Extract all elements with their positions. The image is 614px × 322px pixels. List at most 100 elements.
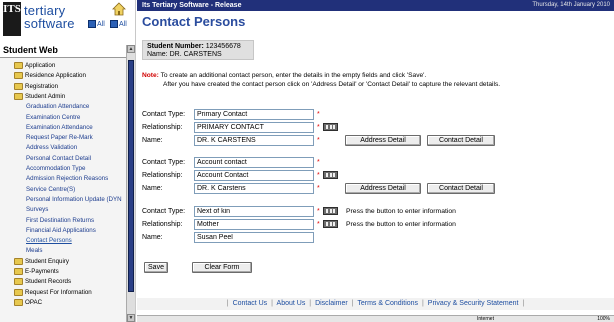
contact-detail-button-2[interactable]: Contact Detail [427,183,495,194]
relationship-row-2: Relationship: [142,170,195,181]
sidebar-item-label: Address Validation [26,144,78,152]
zoom-level[interactable]: 100% [597,316,610,322]
save-button[interactable]: Save [144,262,168,273]
scroll-up-arrow[interactable]: ▲ [127,45,135,53]
relationship-picker-button-1[interactable] [323,123,338,131]
required-marker: * [317,221,320,228]
footer-link-disclaimer[interactable]: Disclaimer [315,300,348,307]
name-row-3: Name: [142,232,195,243]
student-name-label: Name: [147,51,168,58]
sidebar-item-label: Examination Attendance [26,123,93,131]
instruction-note: Note: To create an additional contact pe… [142,71,612,89]
contact-detail-button-1[interactable]: Contact Detail [427,135,495,146]
sidebar-item[interactable]: Surveys [26,205,48,214]
sidebar-item[interactable]: E-Payments [14,267,59,276]
relationship-field-3[interactable] [194,219,314,230]
sidebar-item[interactable]: Personal Information Update (DYN [26,195,122,204]
navigation-panel: ITS tertiary software All All Student We… [0,0,136,322]
required-marker: * [317,185,320,192]
sidebar-item[interactable]: OPAC [14,298,42,307]
relationship-field-2[interactable] [194,170,314,181]
sidebar-item[interactable]: Residence Application [14,71,86,80]
name-field-3[interactable] [194,232,314,243]
relationship-label: Relationship: [142,172,183,179]
sidebar-item[interactable]: Request Paper Re-Mark [26,133,93,142]
sidebar-item[interactable]: Examination Centre [26,113,80,122]
relationship-picker-button-3[interactable] [323,220,338,228]
sidebar-item[interactable]: Graduation Attendance [26,102,89,111]
sidebar-item[interactable]: Student Admin [14,92,65,101]
sidebar-item-label: Examination Centre [26,113,81,121]
main-content: Its Tertiary Software - Release Thursday… [137,0,614,322]
folder-icon [14,62,23,69]
sidebar-item[interactable]: Financial Aid Applications [26,226,96,235]
sidebar-item[interactable]: Application [14,61,55,70]
internet-zone: Internet [477,316,494,322]
sidebar-item-label: Request For Information [25,288,92,296]
sidebar-item-label: Meals [26,247,43,255]
expand-all-button[interactable]: All [88,18,105,30]
scroll-down-arrow[interactable]: ▼ [127,314,135,322]
sidebar-item[interactable]: Personal Contact Detail [26,154,91,163]
sidebar-item[interactable]: Request For Information [14,288,92,297]
sidebar-item[interactable]: Examination Attendance [26,123,93,132]
sidebar-scrollbar[interactable]: ▲ ▼ [126,45,135,322]
required-marker: * [317,159,320,166]
browser-status-bar: Internet 100% [137,315,614,322]
address-detail-button-1[interactable]: Address Detail [345,135,421,146]
student-name: DR. CARSTENS [169,51,222,58]
sidebar-item[interactable]: Address Validation [26,143,77,152]
footer-link-privacy[interactable]: Privacy & Security Statement [428,300,519,307]
name-field-1[interactable] [194,135,314,146]
sidebar-item-label: OPAC [25,298,43,306]
expand-all-icon [88,20,96,28]
sidebar-item-label: Surveys [26,206,49,214]
sidebar-item[interactable]: Service Centre(S) [26,185,75,194]
home-icon[interactable] [112,2,126,16]
sidebar-item[interactable]: Contact Persons [26,236,72,245]
collapse-all-button[interactable]: All [110,18,127,30]
sidebar-item-label: Personal Information Update (DYN [26,195,122,203]
contact-type-field-1[interactable] [194,109,314,120]
name-label: Name: [142,185,163,192]
name-field-2[interactable] [194,183,314,194]
scrollbar-thumb[interactable] [128,60,134,292]
sidebar-item-label: Financial Aid Applications [26,226,96,234]
relationship-row-3: Relationship: [142,219,195,230]
app-title: Its Tertiary Software - Release [142,2,242,9]
sidebar-item-label: Graduation Attendance [26,103,90,111]
relationship-picker-button-2[interactable] [323,171,338,179]
footer-link-contact-us[interactable]: Contact Us [233,300,268,307]
contact-type-field-3[interactable] [194,206,314,217]
relationship-row-1: Relationship: [142,122,195,133]
logo-its-mark: ITS [3,2,21,36]
sidebar-item-label: Student Records [25,278,72,286]
top-bar: Its Tertiary Software - Release Thursday… [137,0,614,11]
folder-icon [14,92,23,100]
folder-icon [14,268,23,275]
sidebar-item[interactable]: Registration [14,82,58,91]
footer-link-about-us[interactable]: About Us [277,300,306,307]
relationship-label: Relationship: [142,124,183,131]
sidebar-item[interactable]: Accommodation Type [26,164,85,173]
footer-link-terms[interactable]: Terms & Conditions [357,300,418,307]
sidebar-item[interactable]: First Destination Returns [26,216,94,225]
address-detail-button-2[interactable]: Address Detail [345,183,421,194]
sidebar-item-label: Accommodation Type [26,165,86,172]
sidebar-item[interactable]: Meals [26,246,43,255]
relationship-field-1[interactable] [194,122,314,133]
contact-type-row-3: Contact Type: [142,206,195,217]
name-row-2: Name: [142,183,195,194]
page-title: Contact Persons [142,14,246,29]
folder-icon [14,82,23,90]
contact-type-field-2[interactable] [194,157,314,168]
contact-type-picker-button-3[interactable] [323,207,338,215]
sidebar-item[interactable]: Student Records [14,277,71,286]
clear-form-button[interactable]: Clear Form [192,262,252,273]
sidebar-item-label: Registration [25,82,59,90]
folder-icon [14,257,23,265]
sidebar-item-label: Residence Application [25,72,86,80]
sidebar-item[interactable]: Admission Rejection Reasons [26,174,108,183]
sidebar-item[interactable]: Student Enquiry [14,257,69,266]
sidebar-item-label: Student Enquiry [25,257,70,265]
